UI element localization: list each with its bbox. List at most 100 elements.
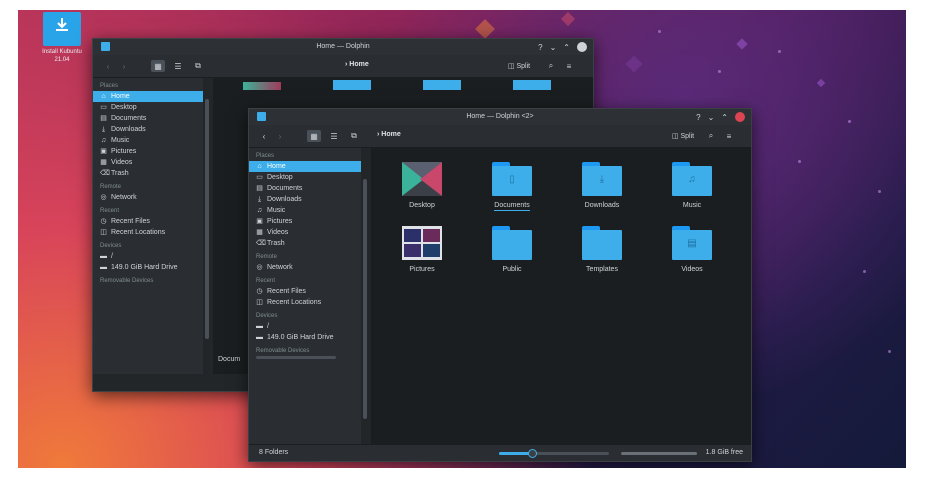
content-area[interactable]: Desktop ▯ Documents ⤓ Downloads ♫ Music bbox=[371, 148, 751, 444]
pictures-icon: ▣ bbox=[256, 218, 263, 225]
place-recent-files[interactable]: ◷ Recent Files bbox=[93, 216, 203, 227]
help-icon[interactable]: ? bbox=[696, 113, 700, 122]
close-icon[interactable] bbox=[577, 42, 587, 52]
item-label: Pictures bbox=[409, 266, 435, 273]
place-documents[interactable]: ▤ Documents bbox=[249, 183, 361, 194]
item-label: Public bbox=[502, 266, 522, 273]
video-icon: ▦ bbox=[256, 229, 263, 236]
place-recent-locations[interactable]: ◫ Recent Locations bbox=[249, 297, 361, 308]
section-recent: Recent bbox=[256, 278, 276, 284]
place-home[interactable]: ⌂ Home bbox=[249, 161, 361, 172]
section-devices: Devices bbox=[256, 313, 278, 319]
icons-view-icon[interactable]: ▦ bbox=[151, 60, 165, 72]
minimize-icon[interactable]: ⌄ bbox=[708, 113, 715, 122]
horizontal-scrollbar[interactable] bbox=[256, 356, 336, 359]
sidebar-scrollbar[interactable] bbox=[205, 99, 209, 339]
item-desktop[interactable]: Desktop bbox=[387, 162, 457, 209]
search-icon[interactable]: ⌕ bbox=[545, 60, 557, 72]
help-icon[interactable]: ? bbox=[538, 43, 542, 52]
split-button[interactable]: ◫ Split bbox=[667, 130, 699, 142]
item-music[interactable]: ♫ Music bbox=[657, 162, 727, 209]
place-videos[interactable]: ▦ Videos bbox=[93, 157, 203, 168]
place-recent-locations[interactable]: ◫ Recent Locations bbox=[93, 227, 203, 238]
forward-arrow-icon[interactable]: › bbox=[119, 60, 129, 72]
breadcrumb-home[interactable]: Home bbox=[349, 61, 368, 68]
sidebar-scrollbar[interactable] bbox=[363, 179, 367, 419]
zoom-slider-handle[interactable] bbox=[528, 449, 537, 458]
free-space-bar bbox=[621, 452, 697, 455]
details-view-icon[interactable]: ⧉ bbox=[191, 60, 205, 72]
maximize-icon[interactable]: ⌃ bbox=[721, 113, 728, 122]
device-label: / bbox=[267, 323, 269, 330]
place-label: Home bbox=[111, 93, 130, 100]
device-root[interactable]: ▬ / bbox=[93, 251, 203, 262]
close-icon[interactable] bbox=[735, 112, 745, 122]
place-label: Documents bbox=[267, 185, 303, 192]
split-button[interactable]: ◫ Split bbox=[503, 60, 535, 72]
place-label: Music bbox=[111, 137, 130, 144]
folder-templates-icon bbox=[582, 226, 622, 260]
menu-icon[interactable]: ≡ bbox=[723, 130, 735, 142]
back-arrow-icon[interactable]: ‹ bbox=[103, 60, 113, 72]
icons-grid: Desktop ▯ Documents ⤓ Downloads ♫ Music bbox=[371, 148, 751, 444]
compact-view-icon[interactable]: ☰ bbox=[171, 60, 185, 72]
trash-icon: ⌫ bbox=[256, 240, 266, 247]
split-label: Split bbox=[680, 132, 695, 140]
window-controls: ? ⌄ ⌃ bbox=[538, 42, 587, 52]
icons-view-icon[interactable]: ▦ bbox=[307, 130, 321, 142]
place-music[interactable]: ♫ Music bbox=[249, 205, 361, 216]
breadcrumb[interactable]: › Home bbox=[377, 131, 401, 138]
item-pictures[interactable]: Pictures bbox=[387, 226, 457, 273]
place-network[interactable]: ◎ Network bbox=[249, 262, 361, 273]
video-icon: ▦ bbox=[100, 159, 107, 166]
desktop-icon-label: Install Kubuntu bbox=[42, 49, 82, 55]
item-documents[interactable]: ▯ Documents bbox=[477, 162, 547, 211]
decor-dot bbox=[798, 160, 801, 163]
item-downloads[interactable]: ⤓ Downloads bbox=[567, 162, 637, 209]
device-hard-drive[interactable]: ▬ 149.0 GiB Hard Drive bbox=[93, 262, 203, 273]
details-view-icon[interactable]: ⧉ bbox=[347, 130, 361, 142]
places-panel: Places ⌂ Home ▭ Desktop ▤ Documents ⤓ Downlo… bbox=[249, 148, 361, 444]
place-network[interactable]: ◎ Network bbox=[93, 192, 203, 203]
device-root[interactable]: ▬ / bbox=[249, 321, 361, 332]
place-trash[interactable]: ⌫ Trash bbox=[249, 238, 361, 249]
back-arrow-icon[interactable]: ‹ bbox=[259, 130, 269, 142]
item-public[interactable]: Public bbox=[477, 226, 547, 273]
place-pictures[interactable]: ▣ Pictures bbox=[93, 146, 203, 157]
menu-icon[interactable]: ≡ bbox=[563, 60, 575, 72]
place-desktop[interactable]: ▭ Desktop bbox=[93, 102, 203, 113]
folder-downloads-icon: ⤓ bbox=[582, 162, 622, 196]
titlebar[interactable]: Home — Dolphin ? ⌄ ⌃ bbox=[93, 39, 593, 55]
device-hard-drive[interactable]: ▬ 149.0 GiB Hard Drive bbox=[249, 332, 361, 343]
dolphin-window-front[interactable]: Home — Dolphin <2> ? ⌄ ⌃ ‹ › ▦ ☰ ⧉ › Hom… bbox=[248, 108, 752, 462]
place-label: Desktop bbox=[267, 174, 293, 181]
search-icon[interactable]: ⌕ bbox=[705, 130, 717, 142]
decor-dot bbox=[863, 270, 866, 273]
decor-dot bbox=[658, 30, 661, 33]
breadcrumb-home[interactable]: Home bbox=[381, 131, 400, 138]
place-documents[interactable]: ▤ Documents bbox=[93, 113, 203, 124]
place-desktop[interactable]: ▭ Desktop bbox=[249, 172, 361, 183]
zoom-slider[interactable] bbox=[499, 449, 609, 458]
place-downloads[interactable]: ⤓ Downloads bbox=[249, 194, 361, 205]
item-videos[interactable]: ▤ Videos bbox=[657, 226, 727, 273]
titlebar[interactable]: Home — Dolphin <2> ? ⌄ ⌃ bbox=[249, 109, 751, 125]
place-pictures[interactable]: ▣ Pictures bbox=[249, 216, 361, 227]
place-videos[interactable]: ▦ Videos bbox=[249, 227, 361, 238]
forward-arrow-icon[interactable]: › bbox=[275, 130, 285, 142]
item-templates[interactable]: Templates bbox=[567, 226, 637, 273]
place-downloads[interactable]: ⤓ Downloads bbox=[93, 124, 203, 135]
music-icon: ♫ bbox=[100, 137, 107, 144]
section-removable: Removable Devices bbox=[100, 278, 154, 284]
free-space-label: 1.8 GiB free bbox=[705, 449, 743, 456]
place-trash[interactable]: ⌫ Trash bbox=[93, 168, 203, 179]
place-home[interactable]: ⌂ Home bbox=[93, 91, 203, 102]
minimize-icon[interactable]: ⌄ bbox=[550, 43, 557, 52]
install-kubuntu-desktop-icon[interactable]: Install Kubuntu 21.04 bbox=[40, 12, 84, 64]
place-recent-files[interactable]: ◷ Recent Files bbox=[249, 286, 361, 297]
compact-view-icon[interactable]: ☰ bbox=[327, 130, 341, 142]
place-music[interactable]: ♫ Music bbox=[93, 135, 203, 146]
breadcrumb[interactable]: › Home bbox=[345, 61, 369, 68]
item-label: Videos bbox=[681, 266, 703, 273]
maximize-icon[interactable]: ⌃ bbox=[563, 43, 570, 52]
